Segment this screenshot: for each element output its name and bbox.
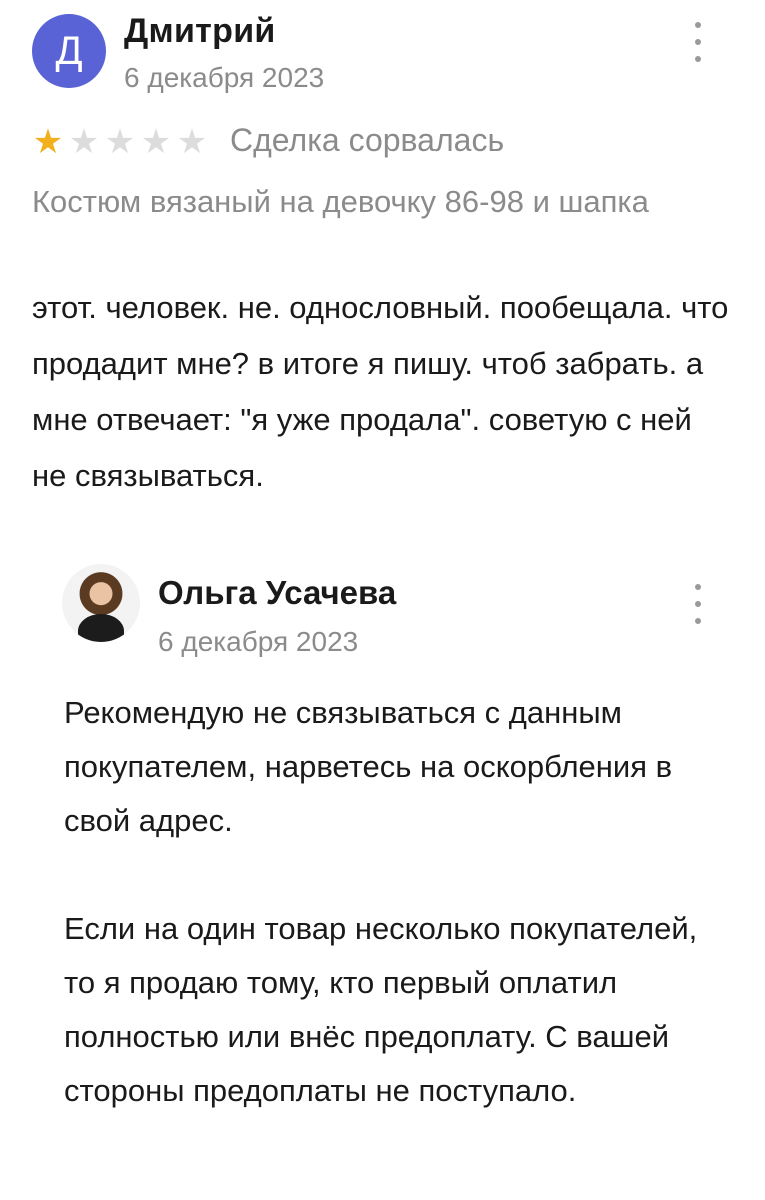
avatar-photo-shape (78, 614, 124, 642)
dot (695, 39, 701, 45)
reply-author-name[interactable]: Ольга Усачева (158, 574, 396, 612)
review-date: 6 декабря 2023 (124, 62, 325, 93)
product-title[interactable]: Костюм вязаный на девочку 86-98 и шапка (32, 178, 712, 226)
reply-author-avatar[interactable] (62, 564, 140, 642)
dot (695, 584, 701, 590)
star-filled-icon: ★ (32, 122, 64, 162)
dot (695, 22, 701, 28)
star-empty-icon: ★ (140, 122, 172, 162)
review-card: Д Дмитрий 6 декабря 2023 ★ ★ ★ ★ ★ Сделк… (0, 0, 765, 1200)
review-text: этот. человек. не. однословный. пообещал… (32, 290, 729, 493)
author-name[interactable]: Дмитрий (124, 12, 276, 51)
more-vertical-icon[interactable] (686, 22, 710, 62)
more-vertical-icon[interactable] (686, 584, 710, 624)
author-avatar[interactable]: Д (32, 14, 106, 88)
star-empty-icon: ★ (176, 122, 208, 162)
star-rating: ★ ★ ★ ★ ★ (30, 122, 210, 162)
dot (695, 601, 701, 607)
star-empty-icon: ★ (104, 122, 136, 162)
reply-paragraph: Рекомендую не связываться с данным покуп… (64, 695, 673, 838)
deal-status: Сделка сорвалась (230, 122, 505, 158)
star-empty-icon: ★ (68, 122, 100, 162)
dot (695, 618, 701, 624)
reply-date: 6 декабря 2023 (158, 626, 359, 657)
dot (695, 56, 701, 62)
reply-paragraph: Если на один товар несколько покупателей… (64, 911, 698, 1108)
reply-text: Рекомендую не связываться с данным покуп… (64, 686, 734, 1172)
